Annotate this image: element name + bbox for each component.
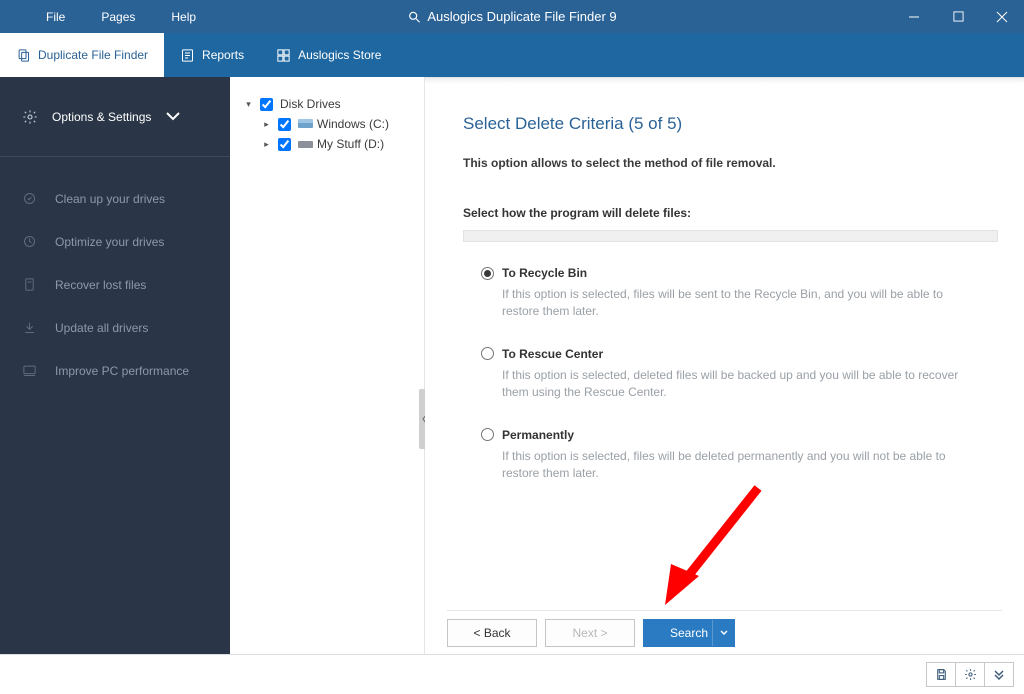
files-icon [16,48,31,63]
option-rescue-center[interactable]: To Rescue Center If this option is selec… [481,347,998,402]
page-title: Select Delete Criteria (5 of 5) [463,114,998,134]
option-desc: If this option is selected, deleted file… [502,367,982,402]
sidebar-list: Clean up your drives Optimize your drive… [0,157,230,392]
tab-duplicate-file-finder[interactable]: Duplicate File Finder [0,33,164,77]
tab-auslogics-store[interactable]: Auslogics Store [260,33,397,77]
back-button[interactable]: < Back [447,619,537,647]
close-button[interactable] [980,0,1024,33]
next-button[interactable]: Next > [545,619,635,647]
page-subtitle: This option allows to select the method … [463,156,998,170]
sidebar-item-label: Update all drivers [55,321,148,335]
magnifier-icon [407,10,421,24]
gear-icon [22,109,38,125]
drive-d-checkbox[interactable] [278,138,291,151]
option-recycle-bin[interactable]: To Recycle Bin If this option is selecte… [481,266,998,321]
update-icon [22,320,37,335]
nav-buttons: < Back Next > Search [447,610,1002,654]
tab-label: Auslogics Store [298,48,381,62]
tree-drive-c[interactable]: ▸ Windows (C:) [244,114,414,134]
tab-reports[interactable]: Reports [164,33,260,77]
bottom-bar [0,655,1024,693]
options-label: Options & Settings [52,110,151,124]
drive-icon [298,139,313,150]
gear-icon [964,668,977,681]
option-desc: If this option is selected, files will b… [502,286,982,321]
performance-icon [22,363,37,378]
radio-rescue-center[interactable] [481,347,494,360]
sidebar-item-label: Optimize your drives [55,235,164,249]
sidebar: Options & Settings Clean up your drives … [0,77,230,654]
sidebar-item-label: Clean up your drives [55,192,165,206]
options-settings[interactable]: Options & Settings [0,77,230,157]
option-permanently[interactable]: Permanently If this option is selected, … [481,428,998,483]
menu-help[interactable]: Help [153,4,214,30]
tree-drive-d[interactable]: ▸ My Stuff (D:) [244,134,414,154]
titlebar: File Pages Help Auslogics Duplicate File… [0,0,1024,33]
sidebar-item-label: Improve PC performance [55,364,189,378]
search-dropdown[interactable] [712,620,734,646]
radio-recycle-bin[interactable] [481,267,494,280]
search-button[interactable]: Search [643,619,735,647]
chevron-down-icon [720,629,728,637]
root-checkbox[interactable] [260,98,273,111]
chevron-down-icon [993,668,1005,680]
option-label: To Recycle Bin [502,266,587,280]
recover-icon [22,277,37,292]
clean-icon [22,191,37,206]
option-label: To Rescue Center [502,347,603,361]
tree-root[interactable]: ▾ Disk Drives [244,94,414,114]
window-controls [892,0,1024,33]
collapse-icon: ▾ [244,99,253,110]
expand-icon-button[interactable] [984,662,1014,687]
sidebar-item-optimize[interactable]: Optimize your drives [0,220,230,263]
annotation-arrow [653,480,773,610]
sidebar-item-clean[interactable]: Clean up your drives [0,177,230,220]
search-label: Search [670,626,708,640]
chevron-down-icon [165,109,181,125]
save-icon-button[interactable] [926,662,956,687]
store-icon [276,48,291,63]
radio-permanently[interactable] [481,428,494,441]
drive-tree: ▾ Disk Drives ▸ Windows (C:) ▸ My Stuff … [230,77,425,654]
maximize-button[interactable] [936,0,980,33]
option-label: Permanently [502,428,574,442]
sidebar-item-label: Recover lost files [55,278,146,292]
drive-c-checkbox[interactable] [278,118,291,131]
menu-bar: File Pages Help [0,4,214,30]
reports-icon [180,48,195,63]
tree-drive-label: My Stuff (D:) [317,137,384,151]
drive-icon [298,119,313,130]
tab-label: Reports [202,48,244,62]
menu-file[interactable]: File [28,4,83,30]
minimize-button[interactable] [892,0,936,33]
menu-pages[interactable]: Pages [83,4,153,30]
sidebar-item-recover[interactable]: Recover lost files [0,263,230,306]
option-desc: If this option is selected, files will b… [502,448,982,483]
main-area: Options & Settings Clean up your drives … [0,77,1024,655]
content-panel: Select Delete Criteria (5 of 5) This opt… [425,77,1024,654]
save-icon [935,668,948,681]
tree-root-label: Disk Drives [280,97,341,111]
app-title: Auslogics Duplicate File Finder 9 [407,9,616,24]
shadow [425,78,1024,84]
section-label: Select how the program will delete files… [463,206,998,220]
sidebar-item-performance[interactable]: Improve PC performance [0,349,230,392]
expand-icon: ▸ [262,119,271,130]
tabstrip: Duplicate File Finder Reports Auslogics … [0,33,1024,77]
tab-label: Duplicate File Finder [38,48,148,62]
optimize-icon [22,234,37,249]
section-divider [463,230,998,242]
sidebar-item-drivers[interactable]: Update all drivers [0,306,230,349]
tree-drive-label: Windows (C:) [317,117,389,131]
expand-icon: ▸ [262,139,271,150]
settings-icon-button[interactable] [955,662,985,687]
